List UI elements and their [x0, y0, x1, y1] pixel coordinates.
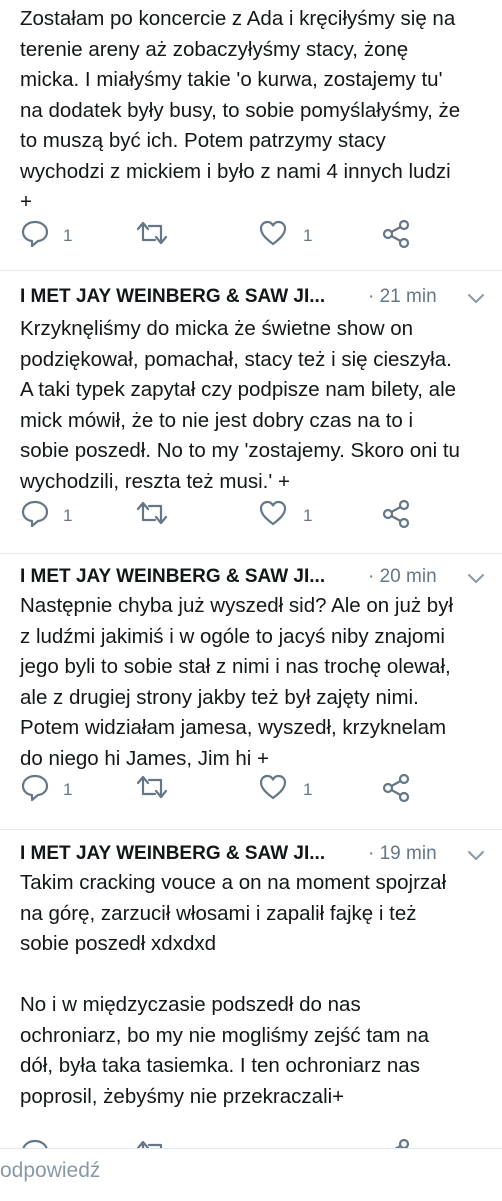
- tweet-time: · 19 min: [368, 843, 437, 864]
- retweet-button[interactable]: [135, 1137, 175, 1148]
- reply-input[interactable]: odpowiedź: [0, 1159, 100, 1183]
- tweet-header: I MET JAY WEINBERG & SAW JI... · 21 min: [20, 284, 490, 314]
- like-button[interactable]: 1: [258, 498, 338, 534]
- like-icon: [259, 774, 287, 800]
- tweet-actions: 1 1: [0, 772, 502, 808]
- reply-button[interactable]: 1: [20, 218, 100, 254]
- share-button[interactable]: [380, 1137, 414, 1148]
- reply-button[interactable]: 1: [20, 772, 100, 808]
- retweet-icon: [136, 501, 168, 525]
- tweet-actions: 1 1: [0, 498, 502, 534]
- author-name[interactable]: I MET JAY WEINBERG & SAW JI...: [20, 566, 325, 588]
- tweet-header: I MET JAY WEINBERG & SAW JI... · 19 min: [20, 841, 490, 871]
- like-button[interactable]: 1: [258, 218, 338, 254]
- reply-icon: [21, 500, 49, 528]
- like-count: 1: [303, 226, 313, 245]
- tweet-text: Zostałam po koncercie z Ada i kręciłyśmy…: [20, 7, 461, 213]
- tweet-actions: 1 1: [0, 218, 502, 254]
- chevron-down-icon[interactable]: [466, 846, 486, 866]
- tweet-text: Takim cracking vouce a on na moment spoj…: [20, 871, 447, 1108]
- share-button[interactable]: [380, 772, 414, 808]
- reply-icon: [21, 220, 49, 248]
- like-icon: [259, 500, 287, 526]
- share-icon: [387, 1138, 410, 1148]
- tweet-text: Następnie chyba już wyszedł sid? Ale on …: [20, 594, 454, 770]
- author-name[interactable]: I MET JAY WEINBERG & SAW JI...: [20, 843, 325, 865]
- reply-bar[interactable]: odpowiedź: [0, 1148, 502, 1201]
- like-icon: [259, 220, 287, 246]
- retweet-button[interactable]: [135, 772, 175, 808]
- chevron-down-icon[interactable]: [466, 569, 486, 589]
- divider: [0, 553, 502, 554]
- share-button[interactable]: [380, 498, 414, 534]
- divider: [0, 270, 502, 271]
- reply-button[interactable]: [20, 1137, 60, 1148]
- reply-count: 1: [63, 506, 73, 525]
- share-button[interactable]: [380, 218, 414, 254]
- share-icon: [382, 219, 410, 249]
- tweet-thread: Zostałam po koncercie z Ada i kręciłyśmy…: [0, 0, 502, 1148]
- author-name[interactable]: I MET JAY WEINBERG & SAW JI...: [20, 286, 325, 308]
- reply-icon: [22, 1139, 48, 1148]
- retweet-icon: [136, 775, 168, 799]
- share-icon: [382, 499, 410, 529]
- chevron-down-icon[interactable]: [466, 289, 486, 309]
- reply-button[interactable]: 1: [20, 498, 100, 534]
- like-button[interactable]: 1: [258, 772, 338, 808]
- tweet-time: · 20 min: [368, 566, 437, 587]
- tweet-text: Krzyknęliśmy do micka że świetne show on…: [20, 317, 460, 493]
- tweet-header: I MET JAY WEINBERG & SAW JI... · 20 min: [20, 564, 490, 594]
- tweet-actions: [0, 1137, 502, 1148]
- reply-count: 1: [63, 226, 73, 245]
- retweet-button[interactable]: [135, 218, 175, 254]
- tweet-time: · 21 min: [368, 286, 437, 307]
- divider: [0, 829, 502, 830]
- reply-count: 1: [63, 780, 73, 799]
- retweet-button[interactable]: [135, 498, 175, 534]
- share-icon: [382, 773, 410, 803]
- like-count: 1: [303, 780, 313, 799]
- reply-icon: [21, 774, 49, 802]
- retweet-icon: [136, 1140, 163, 1148]
- retweet-icon: [136, 221, 168, 245]
- like-count: 1: [303, 506, 313, 525]
